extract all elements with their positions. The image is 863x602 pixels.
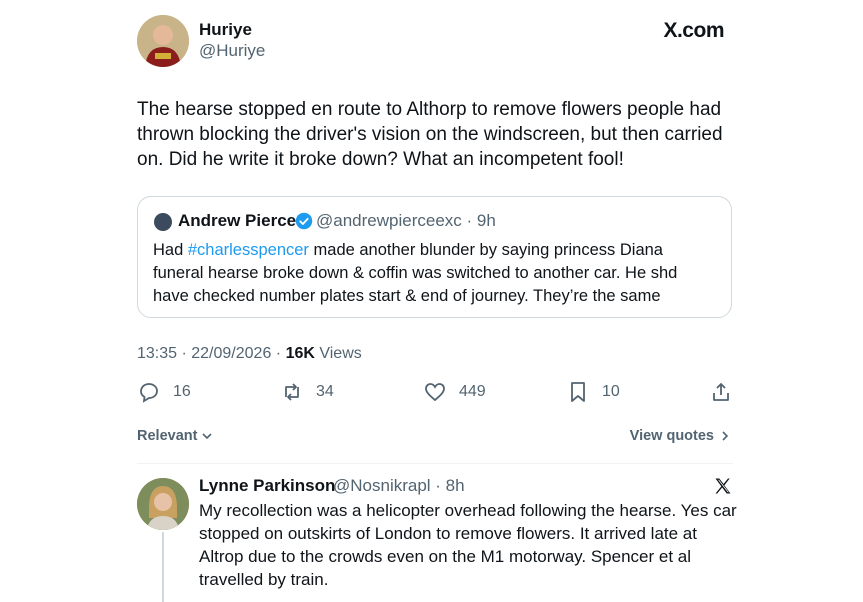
view-quotes-link[interactable]: View quotes [630, 428, 730, 444]
views-label: Views [314, 345, 362, 362]
chevron-down-icon [202, 433, 213, 440]
repost-icon [285, 383, 299, 401]
quoted-post-card[interactable]: Andrew Pierce @andrewpierceexc · 9h Had … [137, 196, 732, 318]
reply-avatar-image [137, 478, 189, 530]
quote-author-handle: @andrewpierceexc · 9h [316, 211, 496, 230]
post-text: The hearse stopped en route to Althorp t… [137, 99, 723, 170]
reply-text: My recollection was a helicopter overhea… [199, 501, 737, 589]
thread-connector-line [162, 532, 164, 602]
sort-dropdown[interactable]: Relevant [137, 428, 213, 444]
repost-button[interactable]: 34 [280, 380, 334, 404]
view-quotes-label: View quotes [629, 428, 714, 444]
reply-button[interactable]: 16 [137, 380, 191, 404]
author-avatar[interactable] [137, 15, 189, 67]
bookmark-button[interactable]: 10 [566, 380, 620, 404]
author-handle[interactable]: @Huriye [199, 41, 265, 61]
x-logo-icon [715, 478, 731, 494]
views-count: 16K [285, 345, 315, 362]
x-logo-text[interactable]: X.com [663, 19, 724, 43]
divider [137, 463, 733, 464]
share-icon [713, 383, 729, 401]
quote-text: Had #charlesspencer made another blunder… [153, 239, 713, 308]
heart-icon [425, 383, 445, 402]
reply-icon [140, 383, 158, 403]
quote-text-start: Had [153, 241, 188, 259]
chevron-right-icon [722, 431, 729, 441]
post-timestamp[interactable]: 13:35 · 22/09/2026 · [137, 345, 286, 362]
like-count: 449 [459, 383, 486, 400]
reply-author-handle[interactable]: @Nosnikrapl · 8h [333, 476, 465, 496]
verified-badge-icon [295, 212, 313, 230]
post-metadata: 13:35 · 22/09/2026 · 16K Views [137, 345, 362, 363]
bookmark-icon [571, 382, 585, 402]
like-button[interactable]: 449 [423, 380, 486, 404]
bookmark-count: 10 [602, 383, 620, 400]
quote-author-avatar [154, 213, 172, 231]
share-button[interactable] [709, 380, 733, 404]
quote-author-name: Andrew Pierce [178, 211, 297, 230]
reply-author-name[interactable]: Lynne Parkinson [199, 476, 335, 496]
repost-count: 34 [316, 383, 334, 400]
avatar-image [137, 15, 189, 67]
sort-label: Relevant [137, 428, 198, 444]
reply-author-avatar[interactable] [137, 478, 189, 530]
reply-count: 16 [173, 383, 191, 400]
hashtag-link[interactable]: #charlesspencer [188, 241, 309, 259]
author-name[interactable]: Huriye [199, 20, 252, 40]
